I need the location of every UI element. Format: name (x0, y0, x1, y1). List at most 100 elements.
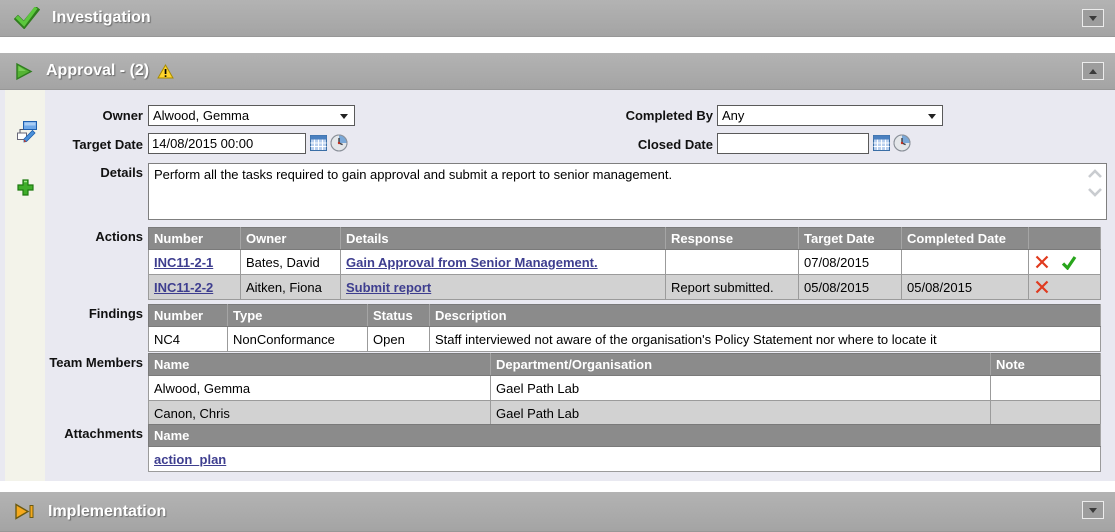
member-note-cell (991, 376, 1101, 401)
col-type: Type (228, 305, 368, 327)
col-status: Status (368, 305, 430, 327)
actions-header-row: Number Owner Details Response Target Dat… (149, 228, 1101, 250)
finding-description-cell: Staff interviewed not aware of the organ… (430, 327, 1101, 352)
details-field-wrap: Perform all the tasks required to gain a… (148, 163, 1107, 220)
complete-action-icon[interactable] (1061, 255, 1077, 270)
findings-table: Number Type Status Description NC4 NonCo… (148, 304, 1101, 352)
textarea-scroll[interactable] (1086, 169, 1104, 197)
action-owner-cell: Bates, David (241, 250, 341, 275)
warning-icon (157, 64, 174, 79)
section-header-approval[interactable]: Approval - (2) (0, 53, 1115, 90)
scroll-up-icon[interactable] (1087, 169, 1103, 179)
table-row: Canon, Chris Gael Path Lab (149, 401, 1101, 426)
approval-panel: Owner Alwood, Gemma Completed By Any Tar… (0, 90, 1115, 481)
col-department: Department/Organisation (491, 354, 991, 376)
action-number-cell: INC11-2-2 (149, 275, 241, 300)
add-icon[interactable] (16, 178, 35, 202)
team-header-row: Name Department/Organisation Note (149, 354, 1101, 376)
attachment-name-cell: action_plan (149, 447, 1101, 472)
approval-toolbar (5, 90, 45, 481)
action-target-date-cell: 05/08/2015 (799, 275, 902, 300)
action-response-cell: Report submitted. (666, 275, 799, 300)
actions-label: Actions (43, 229, 143, 244)
table-row: Alwood, Gemma Gael Path Lab (149, 376, 1101, 401)
action-owner-cell: Aitken, Fiona (241, 275, 341, 300)
action-completed-date-cell: 05/08/2015 (902, 275, 1029, 300)
completed-by-select[interactable]: Any (717, 105, 943, 126)
section-title-implementation: Implementation (48, 503, 166, 521)
table-row: NC4 NonConformance Open Staff interviewe… (149, 327, 1101, 352)
col-target-date: Target Date (799, 228, 902, 250)
scroll-down-icon[interactable] (1087, 187, 1103, 197)
action-number-link[interactable]: INC11-2-2 (154, 280, 213, 295)
incident-workflow-screen: Investigation Approval - (2) (0, 0, 1115, 532)
action-details-link[interactable]: Gain Approval from Senior Management. (346, 255, 598, 270)
table-row: INC11-2-1 Bates, David Gain Approval fro… (149, 250, 1101, 275)
col-description: Description (430, 305, 1101, 327)
clock-icon[interactable] (330, 134, 348, 152)
table-row: action_plan (149, 447, 1101, 472)
findings-header-row: Number Type Status Description (149, 305, 1101, 327)
finding-status-cell: Open (368, 327, 430, 352)
closed-date-input[interactable] (717, 133, 869, 154)
pending-step-icon (14, 502, 36, 521)
section-header-investigation[interactable]: Investigation (0, 0, 1115, 37)
member-department-cell: Gael Path Lab (491, 376, 991, 401)
col-note: Note (991, 354, 1101, 376)
col-number: Number (149, 228, 241, 250)
clock-icon[interactable] (893, 134, 911, 152)
team-members-table: Name Department/Organisation Note Alwood… (148, 353, 1101, 426)
details-label: Details (43, 165, 143, 180)
section-title-investigation: Investigation (52, 9, 151, 27)
details-textarea[interactable]: Perform all the tasks required to gain a… (148, 163, 1107, 220)
collapse-approval-button[interactable] (1082, 62, 1104, 80)
finding-number-cell: NC4 (149, 327, 228, 352)
action-details-cell: Gain Approval from Senior Management. (341, 250, 666, 275)
expand-implementation-button[interactable] (1082, 501, 1104, 519)
delete-action-icon[interactable] (1034, 254, 1050, 270)
chevron-up-icon (1089, 69, 1097, 74)
owner-select[interactable]: Alwood, Gemma (148, 105, 355, 126)
attachment-link[interactable]: action_plan (154, 452, 226, 467)
attachments-header-row: Name (149, 425, 1101, 447)
dropdown-arrow-icon (340, 114, 348, 119)
action-row-buttons (1029, 250, 1101, 275)
dropdown-arrow-icon (928, 114, 936, 119)
target-date-input[interactable] (148, 133, 306, 154)
owner-value: Alwood, Gemma (153, 108, 249, 123)
table-row: INC11-2-2 Aitken, Fiona Submit report Re… (149, 275, 1101, 300)
edit-workflow-icon[interactable] (16, 120, 38, 149)
completed-by-value: Any (722, 108, 744, 123)
section-header-implementation[interactable]: Implementation (0, 492, 1115, 532)
member-note-cell (991, 401, 1101, 426)
completed-by-label: Completed By (598, 108, 713, 123)
col-response: Response (666, 228, 799, 250)
action-details-cell: Submit report (341, 275, 666, 300)
action-details-link[interactable]: Submit report (346, 280, 431, 295)
col-row-actions (1029, 228, 1101, 250)
action-number-link[interactable]: INC11-2-1 (154, 255, 213, 270)
col-completed-date: Completed Date (902, 228, 1029, 250)
attachments-label: Attachments (43, 426, 143, 441)
expand-investigation-button[interactable] (1082, 9, 1104, 27)
member-name-cell: Alwood, Gemma (149, 376, 491, 401)
findings-label: Findings (43, 306, 143, 321)
action-target-date-cell: 07/08/2015 (799, 250, 902, 275)
action-number-cell: INC11-2-1 (149, 250, 241, 275)
member-department-cell: Gael Path Lab (491, 401, 991, 426)
col-name: Name (149, 425, 1101, 447)
chevron-down-icon (1089, 508, 1097, 513)
owner-label: Owner (43, 108, 143, 123)
calendar-icon[interactable] (310, 135, 327, 151)
delete-action-icon[interactable] (1034, 279, 1050, 295)
col-number: Number (149, 305, 228, 327)
action-row-buttons (1029, 275, 1101, 300)
completed-check-icon (14, 7, 40, 29)
in-progress-play-icon (14, 62, 34, 81)
calendar-icon[interactable] (873, 135, 890, 151)
action-response-cell (666, 250, 799, 275)
chevron-down-icon (1089, 16, 1097, 21)
col-owner: Owner (241, 228, 341, 250)
section-title-approval: Approval - (2) (46, 62, 149, 80)
closed-date-label: Closed Date (598, 137, 713, 152)
